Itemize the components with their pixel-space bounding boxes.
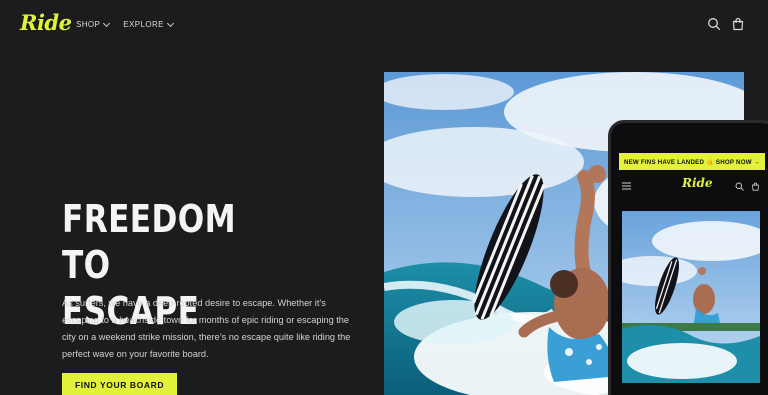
phone-brand-logo[interactable]: Ride — [682, 176, 713, 190]
cart-icon[interactable] — [751, 182, 760, 191]
nav-item-explore[interactable]: EXPLORE — [123, 19, 174, 29]
search-button[interactable] — [707, 17, 721, 31]
promo-banner[interactable]: NEW FINS HAVE LANDED 🤙 SHOP NOW → — [619, 153, 765, 170]
cart-button[interactable] — [731, 17, 745, 31]
chevron-down-icon — [103, 19, 111, 27]
chevron-down-icon — [166, 19, 174, 27]
nav-item-label: SHOP — [76, 20, 101, 29]
hero-description: As surfers, we have a deep-rooted desire… — [62, 298, 351, 359]
nav-item-shop[interactable]: SHOP — [76, 19, 111, 29]
site-header: Ride SHOP EXPLORE — [0, 0, 768, 50]
search-icon — [708, 18, 721, 31]
phone-mockup: NEW FINS HAVE LANDED 🤙 SHOP NOW → Ride — [608, 120, 768, 395]
nav-item-label: EXPLORE — [123, 20, 164, 29]
menu-icon[interactable] — [622, 182, 631, 190]
hero-title-line: FREEDOM TO — [62, 197, 237, 287]
phone-hero-image — [622, 211, 760, 383]
main-nav: SHOP EXPLORE — [76, 19, 174, 29]
cart-icon — [732, 17, 744, 31]
search-icon[interactable] — [735, 182, 744, 191]
find-your-board-button[interactable]: FIND YOUR BOARD — [62, 373, 177, 395]
phone-header: Ride — [619, 173, 765, 201]
brand-logo[interactable]: Ride — [20, 10, 72, 35]
